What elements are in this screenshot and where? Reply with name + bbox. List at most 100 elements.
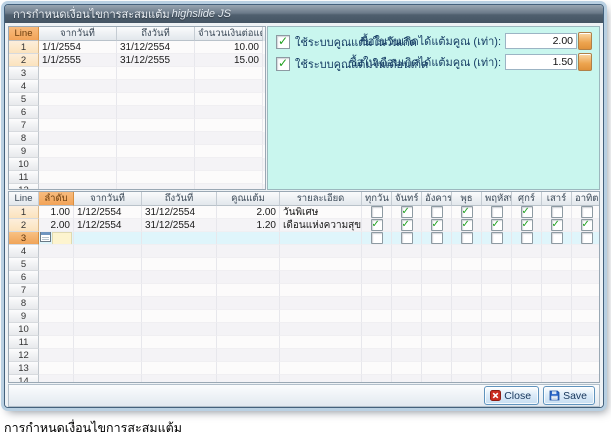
grid-cell[interactable] [452,375,482,383]
row-number[interactable]: 8 [9,297,39,310]
grid-cell[interactable] [362,297,392,310]
grid-cell[interactable]: 31/12/2554 [142,219,217,232]
grid-cell[interactable] [512,271,542,284]
grid-cell[interactable] [39,284,74,297]
column-header[interactable]: Line [9,192,39,206]
grid-cell[interactable] [74,245,142,258]
row-number[interactable]: 5 [9,93,39,106]
grid-cell[interactable] [117,80,195,93]
day-checkbox[interactable] [551,206,563,218]
day-checkbox[interactable] [431,219,443,231]
row-number[interactable]: 11 [9,171,39,184]
grid-cell[interactable] [482,206,512,219]
row-number[interactable]: 6 [9,271,39,284]
grid-cell[interactable] [362,258,392,271]
grid-cell[interactable] [39,145,117,158]
grid-cell[interactable] [142,271,217,284]
column-header[interactable]: จากวันที่ [39,27,117,41]
day-checkbox[interactable] [431,206,443,218]
day-checkbox[interactable] [401,219,413,231]
column-header[interactable]: อาทิตย์ [572,192,600,206]
grid-cell[interactable] [39,375,74,383]
grid-cell[interactable]: 1.00 [39,206,74,219]
grid-cell[interactable] [392,349,422,362]
grid-cell[interactable] [142,297,217,310]
grid-cell[interactable] [280,375,362,383]
grid-cell[interactable] [452,323,482,336]
grid-cell[interactable] [572,271,600,284]
column-header[interactable]: คูณแต้ม [217,192,280,206]
day-checkbox[interactable] [401,232,413,244]
grid-cell[interactable] [422,349,452,362]
grid-cell[interactable] [362,336,392,349]
grid-cell[interactable] [39,93,117,106]
grid-cell[interactable] [542,271,572,284]
grid-cell[interactable] [39,67,117,80]
grid-cell[interactable] [142,336,217,349]
row-number[interactable]: 13 [9,362,39,375]
grid-cell[interactable] [482,271,512,284]
row-number[interactable]: 10 [9,158,39,171]
day-checkbox[interactable] [521,219,533,231]
grid-cell[interactable] [422,271,452,284]
grid-cell[interactable]: 10.00 [195,41,263,54]
row-number[interactable]: 7 [9,119,39,132]
birthday-day-multiplier-field[interactable]: 2.00 [505,33,577,49]
use-birthday-day-checkbox[interactable] [276,35,290,49]
column-header[interactable]: เสาร์ [542,192,572,206]
column-header[interactable]: ถึงวันที่ [117,27,195,41]
row-number[interactable]: 10 [9,323,39,336]
grid-cell[interactable] [280,297,362,310]
column-header[interactable]: จากวันที่ [74,192,142,206]
grid-cell[interactable] [280,336,362,349]
grid-cell[interactable]: เดือนแห่งความสุข [280,219,362,232]
grid-cell[interactable] [542,284,572,297]
grid-cell[interactable] [512,375,542,383]
grid-cell[interactable] [39,106,117,119]
grid-cell[interactable] [362,245,392,258]
grid-cell[interactable] [39,362,74,375]
day-checkbox[interactable] [371,219,383,231]
grid-cell[interactable] [39,184,117,190]
grid-cell[interactable] [482,219,512,232]
grid-cell[interactable] [392,323,422,336]
grid-cell[interactable] [117,158,195,171]
use-birthday-month-checkbox[interactable] [276,57,290,71]
window-titlebar[interactable]: การกำหนดเงื่อนไขการสะสมแต้ม highslide JS [5,5,603,24]
grid-cell[interactable] [392,362,422,375]
grid-cell[interactable] [422,232,452,245]
grid-cell[interactable] [362,271,392,284]
grid-cell[interactable] [542,323,572,336]
grid-cell[interactable] [362,219,392,232]
grid-cell[interactable] [452,245,482,258]
row-number[interactable]: 4 [9,80,39,93]
grid-cell[interactable] [452,271,482,284]
grid-cell[interactable] [74,310,142,323]
grid-cell[interactable] [39,119,117,132]
grid-cell[interactable] [452,206,482,219]
grid-cell[interactable] [195,119,263,132]
grid-cell[interactable] [362,375,392,383]
row-number[interactable]: 6 [9,106,39,119]
grid-cell[interactable]: 1/12/2554 [74,219,142,232]
grid-cell[interactable] [452,336,482,349]
grid-cell[interactable] [482,323,512,336]
grid-cell[interactable]: 31/12/2554 [142,206,217,219]
grid-cell[interactable] [362,310,392,323]
day-checkbox[interactable] [371,232,383,244]
column-header[interactable]: อังคาร [422,192,452,206]
grid-cell[interactable] [512,232,542,245]
grid-cell[interactable] [422,362,452,375]
column-header[interactable]: พฤหัสบดี [482,192,512,206]
grid-cell[interactable] [392,271,422,284]
birthday-day-multiplier-spin-button[interactable] [578,32,592,50]
grid-cell[interactable] [117,184,195,190]
grid-cell[interactable] [74,349,142,362]
grid-cell[interactable] [362,323,392,336]
grid-cell[interactable] [280,232,362,245]
grid-cell[interactable] [142,232,217,245]
day-checkbox[interactable] [581,206,593,218]
column-header[interactable]: ศุกร์ [512,192,542,206]
grid-cell[interactable] [39,232,74,245]
grid-cell[interactable] [280,323,362,336]
